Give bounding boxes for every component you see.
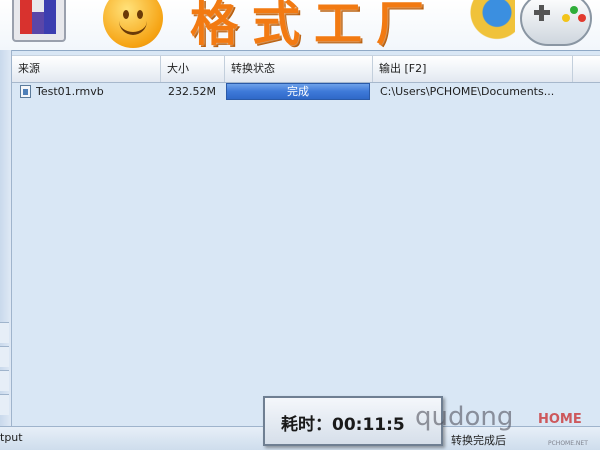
- left-panel-strip[interactable]: [0, 50, 12, 430]
- column-header-size[interactable]: 大小: [161, 56, 225, 82]
- column-header-filler: [573, 56, 600, 82]
- gamepad-icon: [520, 0, 592, 46]
- row-output[interactable]: C:\Users\PCHOME\Documents...: [380, 82, 580, 102]
- file-icon: [20, 85, 31, 98]
- app-banner: 格式工厂: [0, 0, 600, 50]
- watermark-logo: qudong: [415, 402, 514, 432]
- elapsed-time: 耗时：00:11:5: [281, 415, 405, 435]
- output-folder-label[interactable]: tput: [0, 431, 60, 444]
- horn-globe-icon: [455, 0, 515, 40]
- column-header-status[interactable]: 转换状态: [225, 56, 373, 82]
- left-panel-tab[interactable]: [0, 394, 9, 415]
- row-status-progress: 完成: [226, 83, 370, 100]
- left-panel-tab[interactable]: [0, 346, 9, 367]
- left-panel-tab[interactable]: [0, 322, 9, 343]
- watermark-site: PCHOME.NET: [548, 440, 588, 447]
- row-size: 232.52M: [168, 85, 216, 98]
- file-list-header: 来源 大小 转换状态 输出 [F2]: [12, 55, 600, 83]
- row-source: Test01.rmvb: [36, 85, 104, 98]
- left-panel-tab[interactable]: [0, 370, 9, 391]
- watermark-badge: HOME: [538, 412, 582, 427]
- blocks-icon: [12, 0, 66, 42]
- after-convert-label: 转换完成后: [451, 434, 506, 447]
- column-header-output[interactable]: 输出 [F2]: [373, 56, 573, 82]
- app-title: 格式工厂: [190, 0, 439, 50]
- smiley-icon: [103, 0, 163, 48]
- file-list[interactable]: 来源 大小 转换状态 输出 [F2] Test01.rmvb 232.52M 完…: [12, 50, 600, 427]
- table-row[interactable]: Test01.rmvb 232.52M 完成 C:\Users\PCHOME\D…: [12, 82, 600, 102]
- row-status: 完成: [287, 85, 309, 98]
- column-header-source[interactable]: 来源: [12, 56, 161, 82]
